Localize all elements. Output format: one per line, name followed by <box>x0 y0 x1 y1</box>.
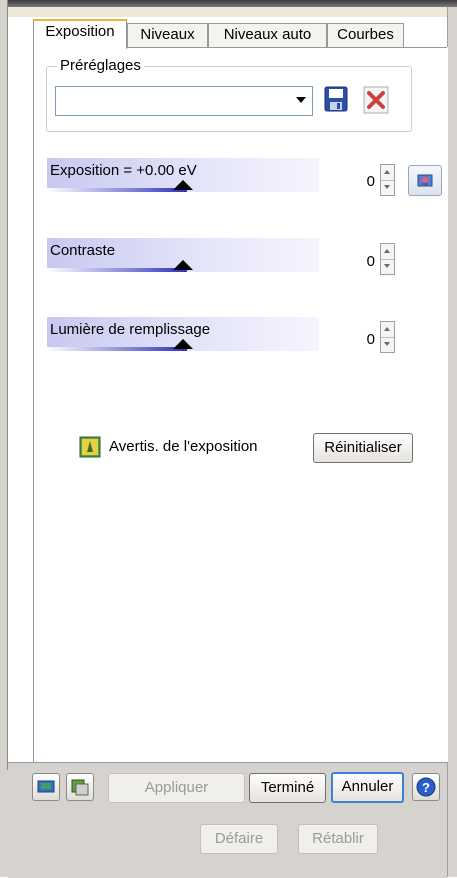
floppy-disk-icon <box>324 86 348 112</box>
exposure-value[interactable]: 0 <box>335 173 375 190</box>
cancel-button[interactable]: Annuler <box>331 772 404 803</box>
tab-panel <box>33 47 448 762</box>
redo-button[interactable]: Rétablir <box>298 824 378 854</box>
exposure-warning-toggle[interactable] <box>79 436 101 458</box>
fill-light-spinner[interactable] <box>380 321 395 353</box>
exposure-warning-icon <box>79 436 101 458</box>
window-left-line <box>7 0 8 770</box>
save-preset-button[interactable] <box>323 85 349 113</box>
spinner-up-icon[interactable] <box>381 322 394 338</box>
apply-button[interactable]: Appliquer <box>108 773 245 803</box>
spinner-down-icon[interactable] <box>381 180 394 195</box>
reset-button[interactable]: Réinitialiser <box>313 433 413 463</box>
tab-niveaux[interactable]: Niveaux <box>127 23 208 47</box>
presets-combo[interactable] <box>55 86 313 116</box>
contrast-slider[interactable]: Contraste <box>47 238 319 278</box>
red-x-icon <box>363 86 389 114</box>
slider-track[interactable] <box>47 347 187 351</box>
slider-thumb[interactable] <box>173 180 193 190</box>
spinner-up-icon[interactable] <box>381 165 394 181</box>
help-icon: ? <box>416 777 436 797</box>
preview-toggle-button[interactable] <box>32 773 60 801</box>
monitor-icon <box>37 780 55 793</box>
auto-adjust-icon <box>417 174 433 187</box>
spinner-up-icon[interactable] <box>381 244 394 260</box>
before-after-icon <box>71 779 89 796</box>
slider-track[interactable] <box>47 188 187 192</box>
svg-text:?: ? <box>422 780 430 795</box>
undo-button[interactable]: Défaire <box>200 824 278 854</box>
chevron-down-icon[interactable] <box>296 97 306 103</box>
fill-light-label: Lumière de remplissage <box>50 321 211 338</box>
spinner-down-icon[interactable] <box>381 337 394 352</box>
done-button[interactable]: Terminé <box>249 773 326 803</box>
slider-thumb[interactable] <box>173 339 193 349</box>
tab-niveaux-auto[interactable]: Niveaux auto <box>208 23 327 47</box>
exposure-spinner[interactable] <box>380 164 395 196</box>
window-right-border <box>447 7 457 877</box>
exposure-warning-label: Avertis. de l'exposition <box>109 438 258 455</box>
window-top-band <box>0 7 457 17</box>
tab-courbes[interactable]: Courbes <box>327 23 404 47</box>
contrast-spinner[interactable] <box>380 243 395 275</box>
delete-preset-button[interactable] <box>363 86 389 114</box>
window-top-edge <box>0 0 457 7</box>
spinner-down-icon[interactable] <box>381 259 394 274</box>
exposure-label: Exposition = +0.00 eV <box>50 162 197 179</box>
contrast-label: Contraste <box>50 242 116 259</box>
slider-track[interactable] <box>47 268 187 272</box>
tab-exposition[interactable]: Exposition <box>33 19 127 49</box>
help-button[interactable]: ? <box>412 773 440 801</box>
slider-thumb[interactable] <box>173 260 193 270</box>
exposure-slider[interactable]: Exposition = +0.00 eV <box>47 158 319 198</box>
fill-light-slider[interactable]: Lumière de remplissage <box>47 317 319 357</box>
auto-exposure-button[interactable] <box>408 165 442 196</box>
contrast-value[interactable]: 0 <box>335 253 375 270</box>
compare-button[interactable] <box>66 773 94 801</box>
fill-light-value[interactable]: 0 <box>335 331 375 348</box>
presets-legend: Préréglages <box>57 57 144 74</box>
